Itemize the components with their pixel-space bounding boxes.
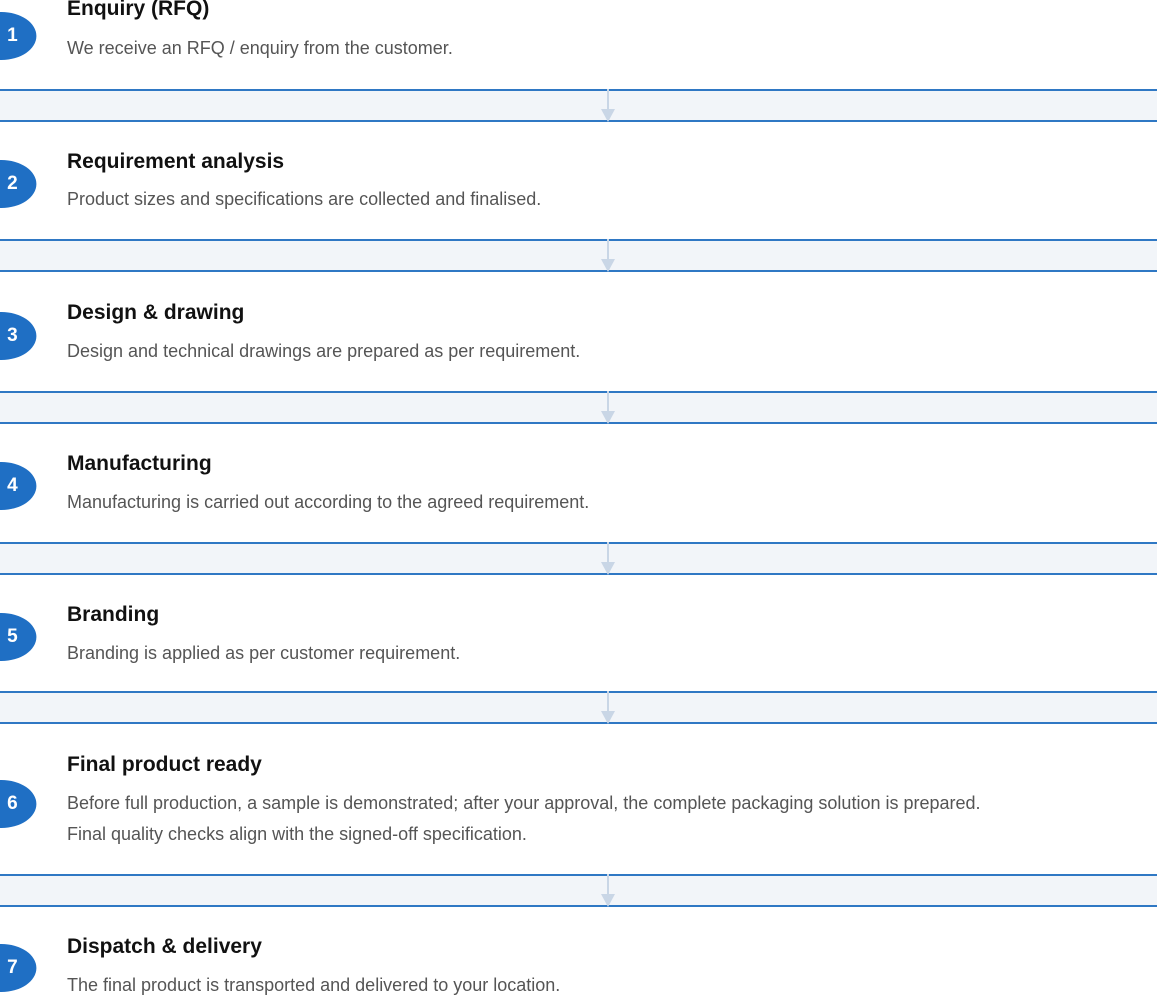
- connector-3-4: [0, 391, 1157, 424]
- connector-5-6: [0, 691, 1157, 724]
- arrow-down-icon: [601, 239, 615, 272]
- step-number-badge: 2: [0, 160, 37, 208]
- step-description-line-2: Final quality checks align with the sign…: [67, 824, 527, 844]
- step-number-badge: 5: [0, 613, 37, 661]
- connector-6-7: [0, 874, 1157, 907]
- arrow-down-icon: [601, 874, 615, 907]
- connector-2-3: [0, 239, 1157, 272]
- step-description: The final product is transported and del…: [67, 975, 561, 995]
- step-description: We receive an RFQ / enquiry from the cus…: [67, 38, 453, 58]
- arrow-down-icon: [601, 691, 615, 724]
- step-number-badge: 7: [0, 944, 37, 992]
- step-title: Design & drawing: [67, 301, 245, 324]
- connector-1-2: [0, 89, 1157, 122]
- arrow-down-icon: [601, 542, 615, 575]
- arrow-down-icon: [601, 391, 615, 424]
- arrow-down-icon: [601, 89, 615, 122]
- step-title: Dispatch & delivery: [67, 935, 262, 958]
- step-description-line-1: Before full production, a sample is demo…: [67, 793, 981, 813]
- connector-4-5: [0, 542, 1157, 575]
- step-title: Enquiry (RFQ): [67, 0, 210, 20]
- step-description: Design and technical drawings are prepar…: [67, 341, 581, 361]
- step-number-badge: 1: [0, 12, 37, 60]
- step-description: Branding is applied as per customer requ…: [67, 643, 461, 663]
- step-title: Branding: [67, 603, 160, 626]
- step-number-badge: 4: [0, 462, 37, 510]
- step-title: Requirement analysis: [67, 150, 285, 173]
- step-number-badge: 6: [0, 780, 37, 828]
- step-title: Manufacturing: [67, 452, 212, 475]
- step-number-badge: 3: [0, 312, 37, 360]
- step-title: Final product ready: [67, 753, 262, 776]
- step-description: Manufacturing is carried out according t…: [67, 492, 590, 512]
- step-description: Product sizes and specifications are col…: [67, 189, 542, 209]
